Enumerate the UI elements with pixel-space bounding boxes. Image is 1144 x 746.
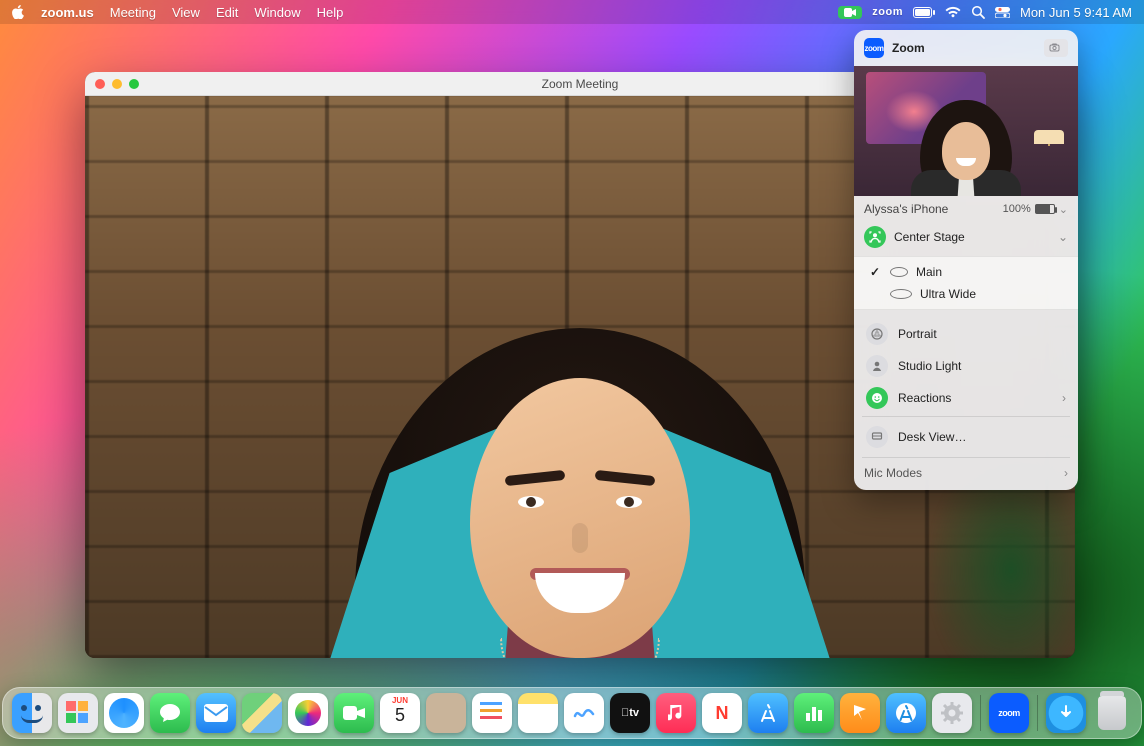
menubar-app-name[interactable]: zoom.us — [41, 5, 94, 20]
camera-toggle-icon[interactable] — [1044, 39, 1068, 57]
dock-launchpad[interactable] — [58, 693, 98, 733]
desktop-wallpaper: zoom.us Meeting View Edit Window Help zo… — [0, 0, 1144, 746]
camera-option-label: Ultra Wide — [920, 287, 976, 301]
effect-studio-light[interactable]: Studio Light — [864, 350, 1068, 382]
lens-icon — [890, 289, 912, 299]
dock-separator — [980, 695, 981, 731]
camera-option-label: Main — [916, 265, 942, 279]
dock-facetime[interactable] — [334, 693, 374, 733]
dock-pages[interactable] — [840, 693, 880, 733]
self-view-preview — [854, 66, 1078, 196]
camera-option-main[interactable]: ✓ Main — [860, 261, 1072, 283]
chevron-right-icon: › — [1064, 466, 1068, 480]
mic-modes-row[interactable]: Mic Modes › — [854, 458, 1078, 490]
panel-header: zoom Zoom — [854, 30, 1078, 66]
effect-label: Studio Light — [898, 359, 961, 373]
video-control-panel: zoom Zoom Alyssa's iPhone 100% ⌄ — [854, 30, 1078, 490]
dock-trash[interactable] — [1092, 693, 1132, 733]
dock-contacts[interactable] — [426, 693, 466, 733]
center-stage-icon — [864, 226, 886, 248]
center-stage-label: Center Stage — [894, 230, 965, 244]
person-icon — [866, 355, 888, 377]
dock-separator — [1037, 695, 1038, 731]
spotlight-icon[interactable] — [971, 5, 985, 19]
menu-window[interactable]: Window — [254, 5, 300, 20]
main-speaker-figure — [355, 208, 805, 658]
dock-system-settings[interactable] — [932, 693, 972, 733]
panel-app-name: Zoom — [892, 41, 925, 55]
menu-meeting[interactable]: Meeting — [110, 5, 156, 20]
preview-lamp — [1034, 130, 1064, 174]
effect-label: Portrait — [898, 327, 937, 341]
menubar-clock[interactable]: Mon Jun 5 9:41 AM — [1020, 5, 1132, 20]
camera-device-row[interactable]: Alyssa's iPhone 100% ⌄ — [854, 196, 1078, 218]
device-name: Alyssa's iPhone — [864, 202, 948, 216]
dock-downloads[interactable] — [1046, 693, 1086, 733]
dock-reminders[interactable] — [472, 693, 512, 733]
self-view-figure — [920, 100, 1012, 196]
dock-calendar[interactable]: JUN — [380, 693, 420, 733]
menu-view[interactable]: View — [172, 5, 200, 20]
zoom-app-icon: zoom — [864, 38, 884, 58]
camera-options-list: ✓ Main Ultra Wide — [854, 256, 1078, 310]
dock-zoom-app[interactable]: zoom — [989, 693, 1029, 733]
chevron-right-icon: › — [1062, 391, 1066, 405]
dock-numbers[interactable] — [794, 693, 834, 733]
dock-safari[interactable] — [104, 693, 144, 733]
lens-icon — [890, 267, 908, 277]
dock-freeform[interactable] — [564, 693, 604, 733]
menubar-zoom-label[interactable]: zoom — [872, 6, 903, 18]
video-camera-icon — [844, 8, 856, 17]
desk-view-button[interactable]: Desk View… — [864, 421, 1068, 453]
mic-modes-label: Mic Modes — [864, 466, 922, 480]
dock-photos[interactable] — [288, 693, 328, 733]
dock-news[interactable]: N — [702, 693, 742, 733]
battery-icon[interactable] — [913, 7, 935, 18]
desk-view-icon — [866, 426, 888, 448]
battery-icon — [1035, 204, 1055, 214]
menu-edit[interactable]: Edit — [216, 5, 238, 20]
menu-help[interactable]: Help — [317, 5, 344, 20]
dock-maps[interactable] — [242, 693, 282, 733]
dock-mail[interactable] — [196, 693, 236, 733]
effect-label: Reactions — [898, 391, 951, 405]
control-center-icon[interactable] — [995, 7, 1010, 18]
menubar-video-indicator[interactable] — [838, 6, 862, 19]
dock: JUN tv N zoom — [2, 687, 1142, 739]
chevron-down-icon: ⌄ — [1059, 203, 1068, 216]
wifi-icon[interactable] — [945, 6, 961, 18]
checkmark-icon: ✓ — [870, 265, 882, 279]
desk-view-label: Desk View… — [898, 430, 966, 444]
menubar: zoom.us Meeting View Edit Window Help zo… — [0, 0, 1144, 24]
battery-percent: 100% — [1003, 203, 1031, 215]
effect-portrait[interactable]: Portrait — [864, 318, 1068, 350]
camera-option-ultrawide[interactable]: Ultra Wide — [860, 283, 1072, 305]
dock-notes[interactable] — [518, 693, 558, 733]
reactions-icon — [866, 387, 888, 409]
dock-appstore-2[interactable] — [886, 693, 926, 733]
dock-music[interactable] — [656, 693, 696, 733]
center-stage-row[interactable]: Center Stage ⌄ — [854, 218, 1078, 256]
chevron-down-icon: ⌄ — [1058, 230, 1068, 244]
dock-finder[interactable] — [12, 693, 52, 733]
dock-tv[interactable]: tv — [610, 693, 650, 733]
effect-reactions[interactable]: Reactions › — [864, 382, 1068, 414]
aperture-icon — [866, 323, 888, 345]
dock-appstore[interactable] — [748, 693, 788, 733]
apple-menu[interactable] — [12, 5, 25, 19]
dock-messages[interactable] — [150, 693, 190, 733]
